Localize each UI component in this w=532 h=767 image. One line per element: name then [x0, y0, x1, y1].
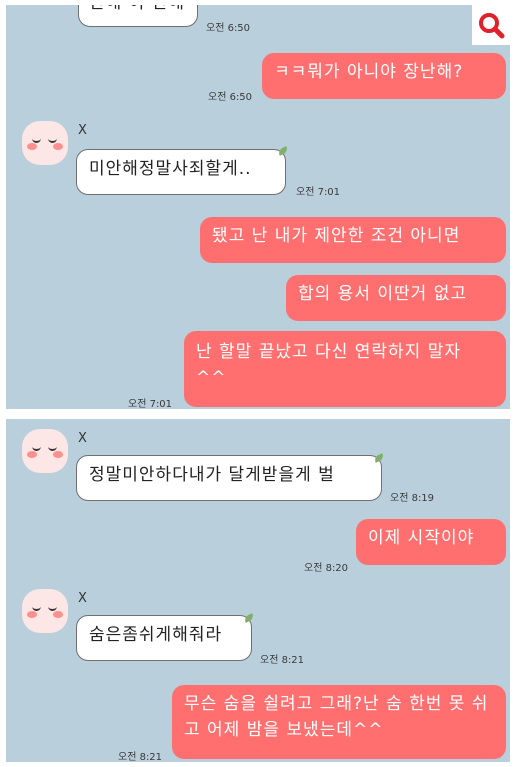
sender-name: X [78, 591, 87, 606]
message-time: 오전 8:21 [118, 752, 163, 762]
message-text: 이제 시작이야 [368, 528, 475, 548]
avatar-cheek [27, 143, 37, 150]
message-text: 무슨 숨을 쉴려고 그래?난 숨 한번 못 쉬고 어제 밤을 보냈는데^^ [184, 694, 489, 740]
outgoing-message: 이제 시작이야 [356, 519, 506, 565]
chat-panel-top: 안해 이 안해 오전 6:50 ㅋㅋ뭐가 아니야 장난해? 오전 6:50 X … [6, 5, 510, 409]
avatar-cheek [53, 611, 63, 618]
outgoing-message: ㅋㅋ뭐가 아니야 장난해? [262, 53, 506, 99]
outgoing-message: 합의 용서 이딴거 없고 [286, 275, 506, 321]
avatar-cheek [27, 611, 37, 618]
message-text: 난 할말 끝났고 다신 연락하지 말자 ^^ [196, 342, 461, 388]
sender-name: X [78, 123, 87, 138]
message-text: 합의 용서 이딴거 없고 [298, 284, 467, 304]
avatar-eye [32, 444, 41, 451]
incoming-message: 미안해정말사죄할게.. [76, 149, 286, 195]
avatar-eye [48, 444, 57, 451]
incoming-message: 숨은좀쉬게해줘라 [76, 615, 252, 661]
avatar-eye [32, 604, 41, 611]
search-button[interactable] [472, 5, 510, 45]
outgoing-message: 난 할말 끝났고 다신 연락하지 말자 ^^ [184, 331, 506, 407]
incoming-message: 정말미안하다내가 달게받을게 벌 [76, 455, 382, 501]
avatar-eye [32, 136, 41, 143]
message-time: 오전 6:50 [208, 92, 253, 103]
avatar-eye [48, 136, 57, 143]
avatar-eye [48, 604, 57, 611]
message-time: 오전 6:50 [206, 23, 251, 34]
avatar-cheek [27, 451, 37, 458]
message-text: 숨은좀쉬게해줘라 [89, 625, 223, 645]
message-text: 미안해정말사죄할게.. [89, 159, 252, 179]
message-text: 됐고 난 내가 제안한 조건 아니면 [212, 226, 461, 246]
outgoing-message: 무슨 숨을 쉴려고 그래?난 숨 한번 못 쉬고 어제 밤을 보냈는데^^ [172, 685, 506, 759]
message-time: 오전 8:20 [304, 563, 349, 574]
contact-avatar[interactable] [22, 121, 68, 165]
incoming-message-partial: 안해 이 안해 [78, 5, 198, 27]
sender-name: X [78, 431, 87, 446]
message-time: 오전 8:21 [260, 655, 305, 666]
message-time: 오전 7:01 [296, 187, 341, 198]
contact-avatar[interactable] [22, 429, 68, 473]
message-text: 안해 이 안해 [89, 5, 185, 16]
message-text: 정말미안하다내가 달게받을게 벌 [89, 465, 335, 485]
message-time: 오전 8:19 [390, 493, 435, 504]
chat-panel-bottom: X 정말미안하다내가 달게받을게 벌 오전 8:19 이제 시작이야 오전 8:… [6, 419, 510, 762]
message-text: ㅋㅋ뭐가 아니야 장난해? [274, 62, 464, 82]
avatar-cheek [53, 451, 63, 458]
outgoing-message: 됐고 난 내가 제안한 조건 아니면 [200, 217, 506, 263]
search-icon [479, 13, 505, 39]
avatar-cheek [53, 143, 63, 150]
contact-avatar[interactable] [22, 589, 68, 633]
message-time: 오전 7:01 [128, 399, 173, 409]
